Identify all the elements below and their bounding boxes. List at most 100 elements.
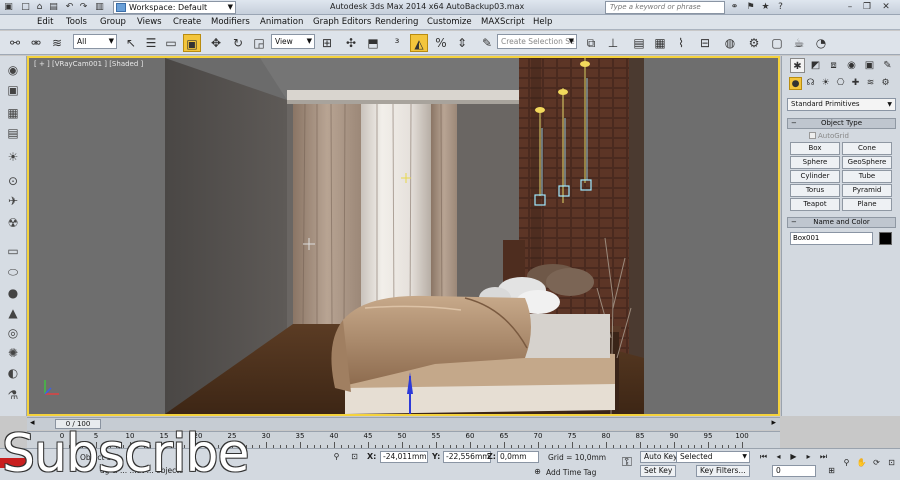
rotate-icon[interactable]: ↻: [229, 34, 247, 52]
select-by-name-icon[interactable]: ☰: [142, 34, 160, 52]
scale-icon[interactable]: ◲: [250, 34, 268, 52]
bind-space-warp-icon[interactable]: ≋: [48, 34, 66, 52]
previous-key-icon[interactable]: ◂: [772, 451, 785, 463]
motion-tab-icon[interactable]: ◉: [844, 58, 859, 73]
object-color-swatch[interactable]: [879, 232, 892, 245]
rendered-frame-window-icon[interactable]: ▢: [768, 34, 786, 52]
orbit-icon[interactable]: ⟳: [870, 457, 883, 469]
lights-icon[interactable]: ☀: [819, 77, 832, 90]
app-logo-icon[interactable]: ▣: [3, 2, 14, 13]
plane-tool-icon[interactable]: ⬭: [3, 263, 23, 281]
minimize-button[interactable]: –: [842, 2, 858, 13]
cameras-icon[interactable]: ⎔: [834, 77, 847, 90]
selection-filter-dropdown[interactable]: All ▼: [73, 34, 117, 49]
x-coordinate-field[interactable]: -24,011mm: [380, 451, 428, 463]
torus-button[interactable]: Torus: [790, 184, 840, 197]
spinner-snap-icon[interactable]: ⇕: [453, 34, 471, 52]
geometry-icon[interactable]: ●: [789, 77, 802, 90]
add-time-tag-button[interactable]: Add Time Tag: [546, 468, 596, 477]
absolute-mode-icon[interactable]: ⊡: [348, 451, 361, 463]
redo-icon[interactable]: ↷: [78, 2, 89, 13]
menu-modifiers[interactable]: Modifiers: [211, 17, 250, 27]
mirror-icon[interactable]: ⧉: [582, 34, 600, 52]
angle-snap-icon[interactable]: ◭: [410, 34, 428, 52]
menu-group[interactable]: Group: [100, 17, 126, 27]
target-light-icon[interactable]: ◐: [3, 364, 23, 382]
edit-named-selection-icon[interactable]: ✎: [478, 34, 496, 52]
current-frame-field[interactable]: 0: [772, 465, 816, 477]
percent-snap-icon[interactable]: %: [432, 34, 450, 52]
open-file-icon[interactable]: ⌂: [34, 2, 45, 13]
menu-rendering[interactable]: Rendering: [375, 17, 418, 27]
zoom-icon[interactable]: ⚲: [840, 457, 853, 469]
helpers-icon[interactable]: ✚: [849, 77, 862, 90]
cone-button[interactable]: Cone: [842, 142, 892, 155]
layer-manager-icon[interactable]: ▤: [630, 34, 648, 52]
teapot-button[interactable]: Teapot: [790, 198, 840, 211]
next-key-icon[interactable]: ▸: [802, 451, 815, 463]
box-tool-icon[interactable]: ▭: [3, 242, 23, 260]
menu-help[interactable]: Help: [533, 17, 552, 27]
new-file-icon[interactable]: □: [20, 2, 31, 13]
select-link-icon[interactable]: ⚯: [6, 34, 24, 52]
project-folder-icon[interactable]: ▥: [94, 2, 105, 13]
help-icon[interactable]: ?: [775, 2, 786, 13]
unlink-icon[interactable]: ⚮: [27, 34, 45, 52]
menu-animation[interactable]: Animation: [260, 17, 303, 27]
next-frame-icon[interactable]: ▸: [771, 418, 776, 428]
key-filters-button[interactable]: Key Filters...: [696, 465, 750, 477]
helper-tool-icon[interactable]: ✈: [3, 192, 23, 210]
search-input[interactable]: [610, 3, 722, 11]
pivot-center-icon[interactable]: ⊞: [318, 34, 336, 52]
menu-customize[interactable]: Customize: [427, 17, 472, 27]
render-tool-icon[interactable]: ⚗: [3, 386, 23, 404]
render-production-icon[interactable]: ☕: [790, 34, 808, 52]
play-icon[interactable]: ▶: [787, 451, 800, 463]
y-coordinate-field[interactable]: -22,556mm: [443, 451, 491, 463]
time-configuration-icon[interactable]: ⊞: [825, 465, 838, 477]
maximize-button[interactable]: ❐: [859, 2, 875, 13]
geometry-category-dropdown[interactable]: Standard Primitives ▼: [787, 98, 896, 111]
space-warps-icon[interactable]: ≋: [864, 77, 877, 90]
name-and-color-rollout[interactable]: − Name and Color: [787, 217, 896, 228]
subscription-icon[interactable]: ⚑: [745, 2, 756, 13]
key-mode-dropdown[interactable]: Selected ▼: [676, 451, 750, 463]
save-icon[interactable]: ▤: [48, 2, 59, 13]
go-to-start-icon[interactable]: ⏮: [757, 451, 770, 463]
reference-coordinate-dropdown[interactable]: View ▼: [271, 34, 315, 49]
camera-tool-icon[interactable]: ⊙: [3, 172, 23, 190]
communication-center-icon[interactable]: ★: [760, 2, 771, 13]
binoculars-icon[interactable]: ⚭: [729, 2, 740, 13]
maximize-viewport-icon[interactable]: ⊡: [885, 457, 898, 469]
hierarchy-tab-icon[interactable]: ⧈: [826, 58, 841, 73]
plane-button[interactable]: Plane: [842, 198, 892, 211]
close-button[interactable]: ✕: [878, 2, 894, 13]
sphere-button[interactable]: Sphere: [790, 156, 840, 169]
eye-icon[interactable]: ◉: [3, 61, 23, 79]
grid-tool-icon[interactable]: ▦: [3, 104, 23, 122]
align-icon[interactable]: ⊥: [604, 34, 622, 52]
shapes-icon[interactable]: ☊: [804, 77, 817, 90]
select-tool-icon[interactable]: ▣: [3, 81, 23, 99]
render-setup-icon[interactable]: ⚙: [745, 34, 763, 52]
lock-selection-icon[interactable]: ⚲: [330, 451, 343, 463]
viewport[interactable]: [ + ] [VRayCam001 ] [Shaded ]: [27, 56, 780, 416]
cone-tool-icon[interactable]: ▲: [3, 304, 23, 322]
menu-tools[interactable]: Tools: [66, 17, 87, 27]
search-box[interactable]: [605, 1, 725, 14]
keyboard-shortcut-icon[interactable]: ⬒: [364, 34, 382, 52]
box-button[interactable]: Box: [790, 142, 840, 155]
named-selection-set-dropdown[interactable]: Create Selection Se ▼: [497, 34, 577, 49]
pyramid-button[interactable]: Pyramid: [842, 184, 892, 197]
object-type-rollout[interactable]: − Object Type: [787, 118, 896, 129]
set-key-button[interactable]: Set Key: [640, 465, 677, 477]
select-object-icon[interactable]: ↖: [122, 34, 140, 52]
object-name-field[interactable]: [790, 232, 873, 245]
utilities-tab-icon[interactable]: ✎: [880, 58, 895, 73]
menu-graph-editors[interactable]: Graph Editors: [313, 17, 371, 27]
select-manipulate-icon[interactable]: ✣: [342, 34, 360, 52]
menu-edit[interactable]: Edit: [37, 17, 53, 27]
create-tab-icon[interactable]: ✱: [790, 58, 805, 73]
rectangular-selection-icon[interactable]: ▭: [162, 34, 180, 52]
material-editor-icon[interactable]: ◍: [721, 34, 739, 52]
